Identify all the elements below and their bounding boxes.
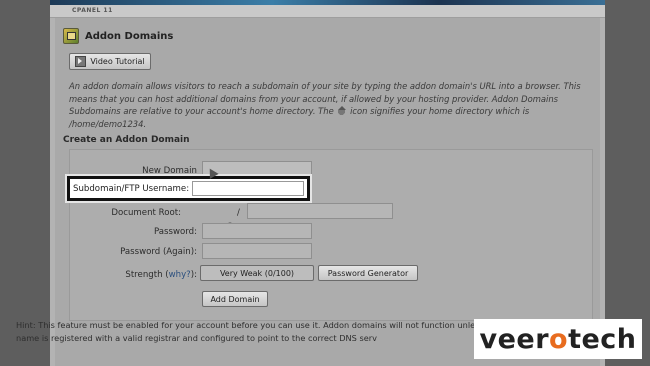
hint-text: Hint: This feature must be enabled for y… [16,320,533,343]
subdomain-field-highlight: Subdomain/FTP Username: [67,176,310,201]
page-title: Addon Domains [85,30,174,42]
home-directory-icon [336,106,348,116]
add-domain-button[interactable]: Add Domain [202,291,268,307]
new-domain-input[interactable] [202,161,312,177]
video-icon [75,56,87,67]
document-root-prefix: / [237,208,240,218]
password-again-label: Password (Again): [120,247,197,257]
password-input[interactable] [202,223,312,239]
document-root-label: Document Root: [111,208,181,218]
why-link[interactable]: why? [169,270,191,280]
add-domain-label: Add Domain [210,294,260,304]
strength-value: Very Weak (0/100) [219,268,295,278]
strength-meter: Very Weak (0/100) [200,265,314,281]
password-label: Password: [153,227,197,237]
video-tutorial-button[interactable]: Video Tutorial [69,53,151,70]
password-again-input[interactable] [202,243,312,259]
subdomain-input[interactable] [192,181,304,196]
password-generator-label: Password Generator [327,268,409,278]
video-tutorial-label: Video Tutorial [90,57,145,66]
addon-domains-icon [63,28,79,44]
brand-strip-text: CPANEL 11 [72,7,113,14]
password-generator-button[interactable]: Password Generator [318,265,418,281]
strength-label: Strength (why?): [125,270,197,280]
veerotech-logo: veer o tech [474,319,642,359]
section-title: Create an Addon Domain [63,135,190,145]
page-title-row: Addon Domains [63,28,173,44]
subdomain-label: Subdomain/FTP Username: [73,184,190,194]
document-root-input[interactable] [247,203,393,219]
brand-strip: CPANEL 11 [50,5,605,18]
page-description: An addon domain allows visitors to reach… [69,80,591,130]
